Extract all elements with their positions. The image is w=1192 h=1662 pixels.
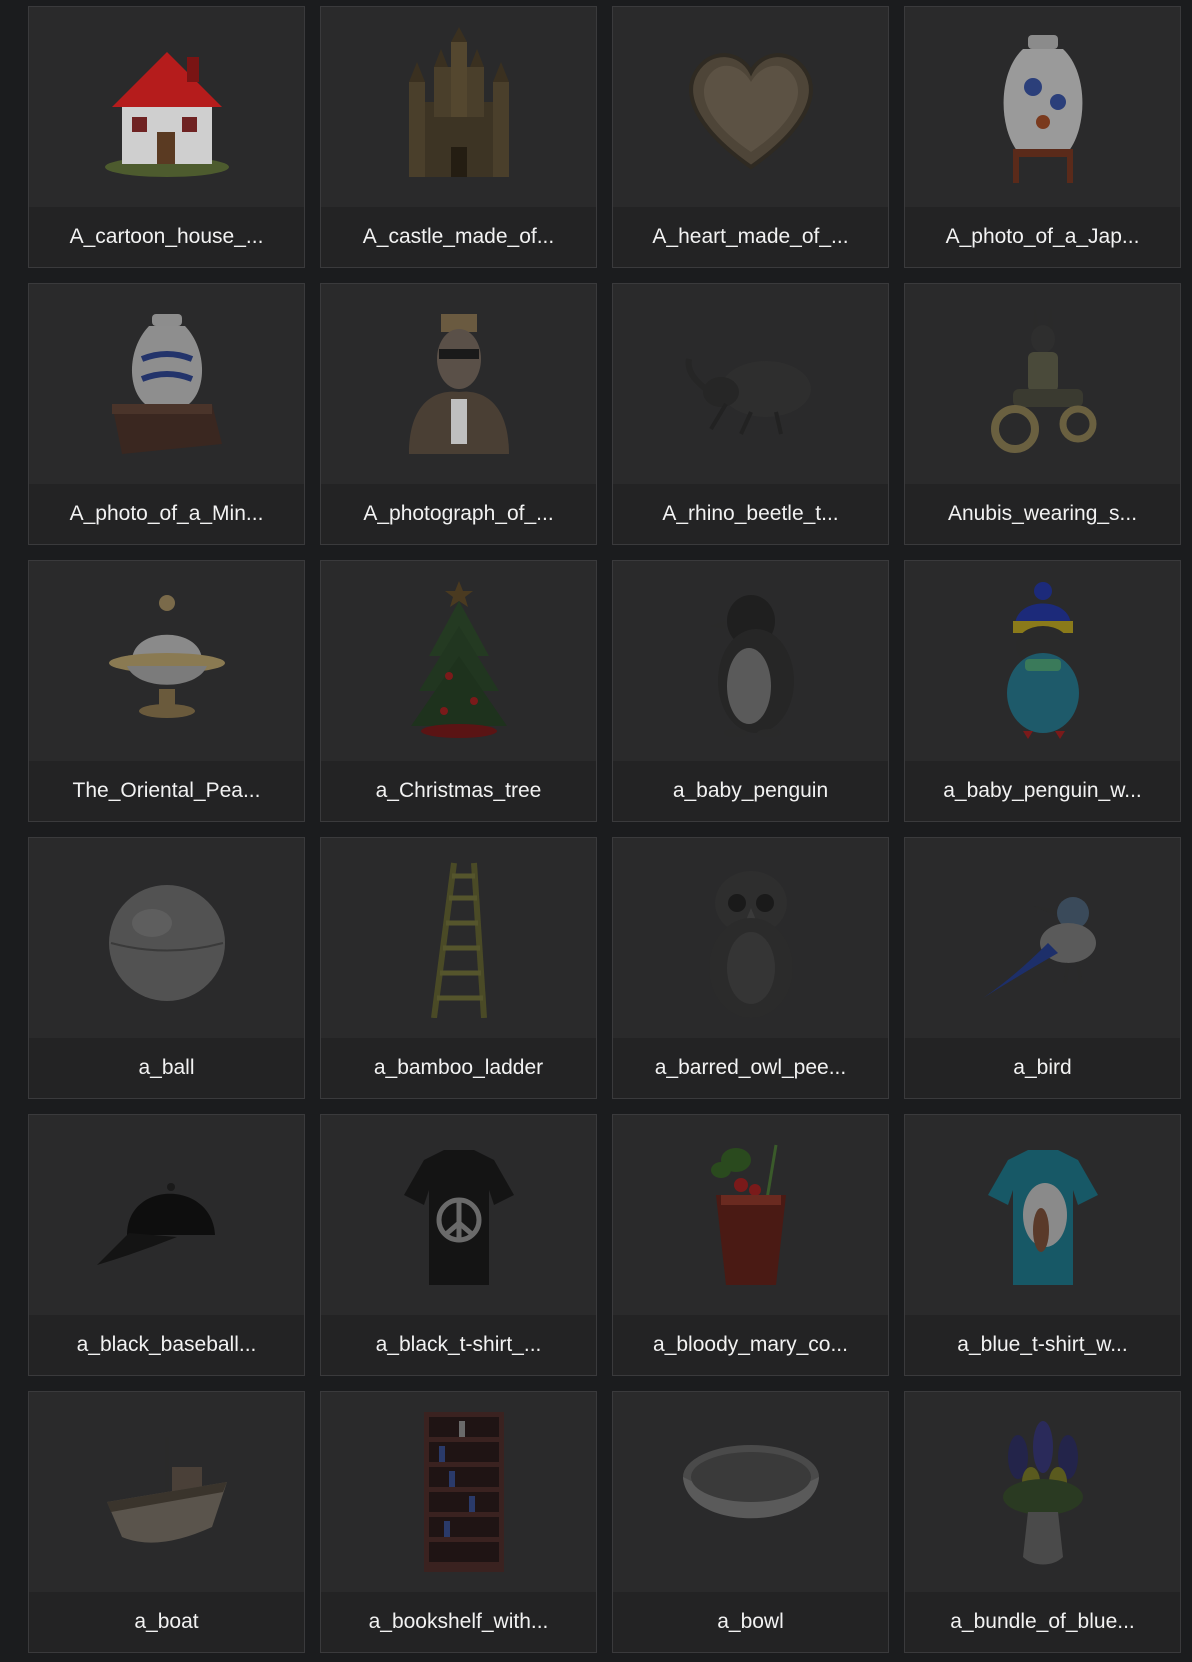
item-label: a_baby_penguin_w...	[905, 761, 1180, 821]
item-label: a_baby_penguin	[613, 761, 888, 821]
item-label: Anubis_wearing_s...	[905, 484, 1180, 544]
item-label: a_Christmas_tree	[321, 761, 596, 821]
gallery-card[interactable]: a_ball	[28, 837, 305, 1099]
thumbnail	[321, 1115, 596, 1315]
item-label: A_photo_of_a_Jap...	[905, 207, 1180, 267]
ball-icon	[108, 885, 225, 1001]
item-label: The_Oriental_Pea...	[29, 761, 304, 821]
model-gallery-grid: A_cartoon_house_... A_castle_made_of...	[28, 6, 1181, 1653]
thumbnail	[29, 1392, 304, 1592]
thumbnail	[29, 838, 304, 1038]
thumbnail	[613, 561, 888, 761]
gallery-card[interactable]: A_rhino_beetle_t...	[612, 283, 889, 545]
gallery-card[interactable]: a_bundle_of_blue...	[904, 1391, 1181, 1653]
gallery-card[interactable]: A_photo_of_a_Jap...	[904, 6, 1181, 268]
heart-icon	[688, 53, 813, 170]
item-label: a_boat	[29, 1592, 304, 1652]
thumbnail	[613, 284, 888, 484]
gallery-card[interactable]: a_boat	[28, 1391, 305, 1653]
gallery-card[interactable]: Anubis_wearing_s...	[904, 283, 1181, 545]
thumbnail	[613, 1115, 888, 1315]
gallery-card[interactable]: a_barred_owl_pee...	[612, 837, 889, 1099]
penguin-icon	[710, 595, 794, 737]
gallery-card[interactable]: a_black_t-shirt_...	[320, 1114, 597, 1376]
item-label: A_cartoon_house_...	[29, 207, 304, 267]
bowl-icon	[682, 1445, 819, 1519]
item-label: a_bird	[905, 1038, 1180, 1098]
dome-icon	[108, 595, 225, 718]
cap-icon	[96, 1183, 215, 1265]
house-icon	[104, 52, 229, 177]
item-label: A_heart_made_of_...	[613, 207, 888, 267]
item-label: a_blue_t-shirt_w...	[905, 1315, 1180, 1375]
ming-vase-icon	[111, 314, 222, 454]
item-label: a_bowl	[613, 1592, 888, 1652]
gallery-card[interactable]: a_baby_penguin	[612, 560, 889, 822]
thumbnail	[321, 7, 596, 207]
ladder-icon	[430, 862, 487, 1018]
gallery-card[interactable]: a_baby_penguin_w...	[904, 560, 1181, 822]
thumbnail	[29, 1115, 304, 1315]
item-label: a_bundle_of_blue...	[905, 1592, 1180, 1652]
gallery-card[interactable]: A_heart_made_of_...	[612, 6, 889, 268]
thumbnail	[321, 284, 596, 484]
cocktail-icon	[710, 1144, 786, 1285]
thumbnail	[905, 7, 1180, 207]
gallery-card[interactable]: a_blue_t-shirt_w...	[904, 1114, 1181, 1376]
beetle-icon	[685, 358, 811, 435]
gallery-card[interactable]: a_bowl	[612, 1391, 889, 1653]
vase-icon	[1003, 35, 1082, 183]
gallery-card[interactable]: a_bamboo_ladder	[320, 837, 597, 1099]
thumbnail	[905, 561, 1180, 761]
item-label: a_bloody_mary_co...	[613, 1315, 888, 1375]
gallery-card[interactable]: a_black_baseball...	[28, 1114, 305, 1376]
item-label: a_bookshelf_with...	[321, 1592, 596, 1652]
gallery-card[interactable]: a_bloody_mary_co...	[612, 1114, 889, 1376]
item-label: a_barred_owl_pee...	[613, 1038, 888, 1098]
gallery-card[interactable]: a_bookshelf_with...	[320, 1391, 597, 1653]
bust-icon	[408, 314, 509, 454]
flowers-icon	[1002, 1421, 1083, 1565]
thumbnail	[613, 1392, 888, 1592]
castle-icon	[408, 27, 509, 177]
thumbnail	[613, 7, 888, 207]
gallery-card[interactable]: The_Oriental_Pea...	[28, 560, 305, 822]
item-label: a_black_t-shirt_...	[321, 1315, 596, 1375]
motorcycle-rider-icon	[990, 309, 1096, 453]
thumbnail	[29, 7, 304, 207]
gallery-card[interactable]: A_photograph_of_...	[320, 283, 597, 545]
penguin-hat-icon	[1006, 582, 1079, 739]
blue-tshirt-icon	[987, 1150, 1098, 1285]
item-label: a_ball	[29, 1038, 304, 1098]
thumbnail	[321, 838, 596, 1038]
item-label: A_photo_of_a_Min...	[29, 484, 304, 544]
thumbnail	[321, 561, 596, 761]
thumbnail	[905, 284, 1180, 484]
black-tshirt-icon	[403, 1150, 514, 1285]
item-label: A_photograph_of_...	[321, 484, 596, 544]
gallery-card[interactable]: A_castle_made_of...	[320, 6, 597, 268]
item-label: a_bamboo_ladder	[321, 1038, 596, 1098]
bookshelf-icon	[423, 1412, 504, 1572]
thumbnail	[905, 1392, 1180, 1592]
item-label: A_rhino_beetle_t...	[613, 484, 888, 544]
owl-icon	[708, 871, 793, 1018]
gallery-card[interactable]: A_cartoon_house_...	[28, 6, 305, 268]
item-label: a_black_baseball...	[29, 1315, 304, 1375]
thumbnail	[29, 561, 304, 761]
thumbnail	[29, 284, 304, 484]
thumbnail	[613, 838, 888, 1038]
thumbnail	[905, 1115, 1180, 1315]
gallery-card[interactable]: A_photo_of_a_Min...	[28, 283, 305, 545]
boat-icon	[106, 1437, 227, 1543]
bird-icon	[982, 897, 1096, 998]
christmas-tree-icon	[410, 581, 507, 738]
thumbnail	[321, 1392, 596, 1592]
gallery-card[interactable]: a_Christmas_tree	[320, 560, 597, 822]
item-label: A_castle_made_of...	[321, 207, 596, 267]
gallery-card[interactable]: a_bird	[904, 837, 1181, 1099]
thumbnail	[905, 838, 1180, 1038]
